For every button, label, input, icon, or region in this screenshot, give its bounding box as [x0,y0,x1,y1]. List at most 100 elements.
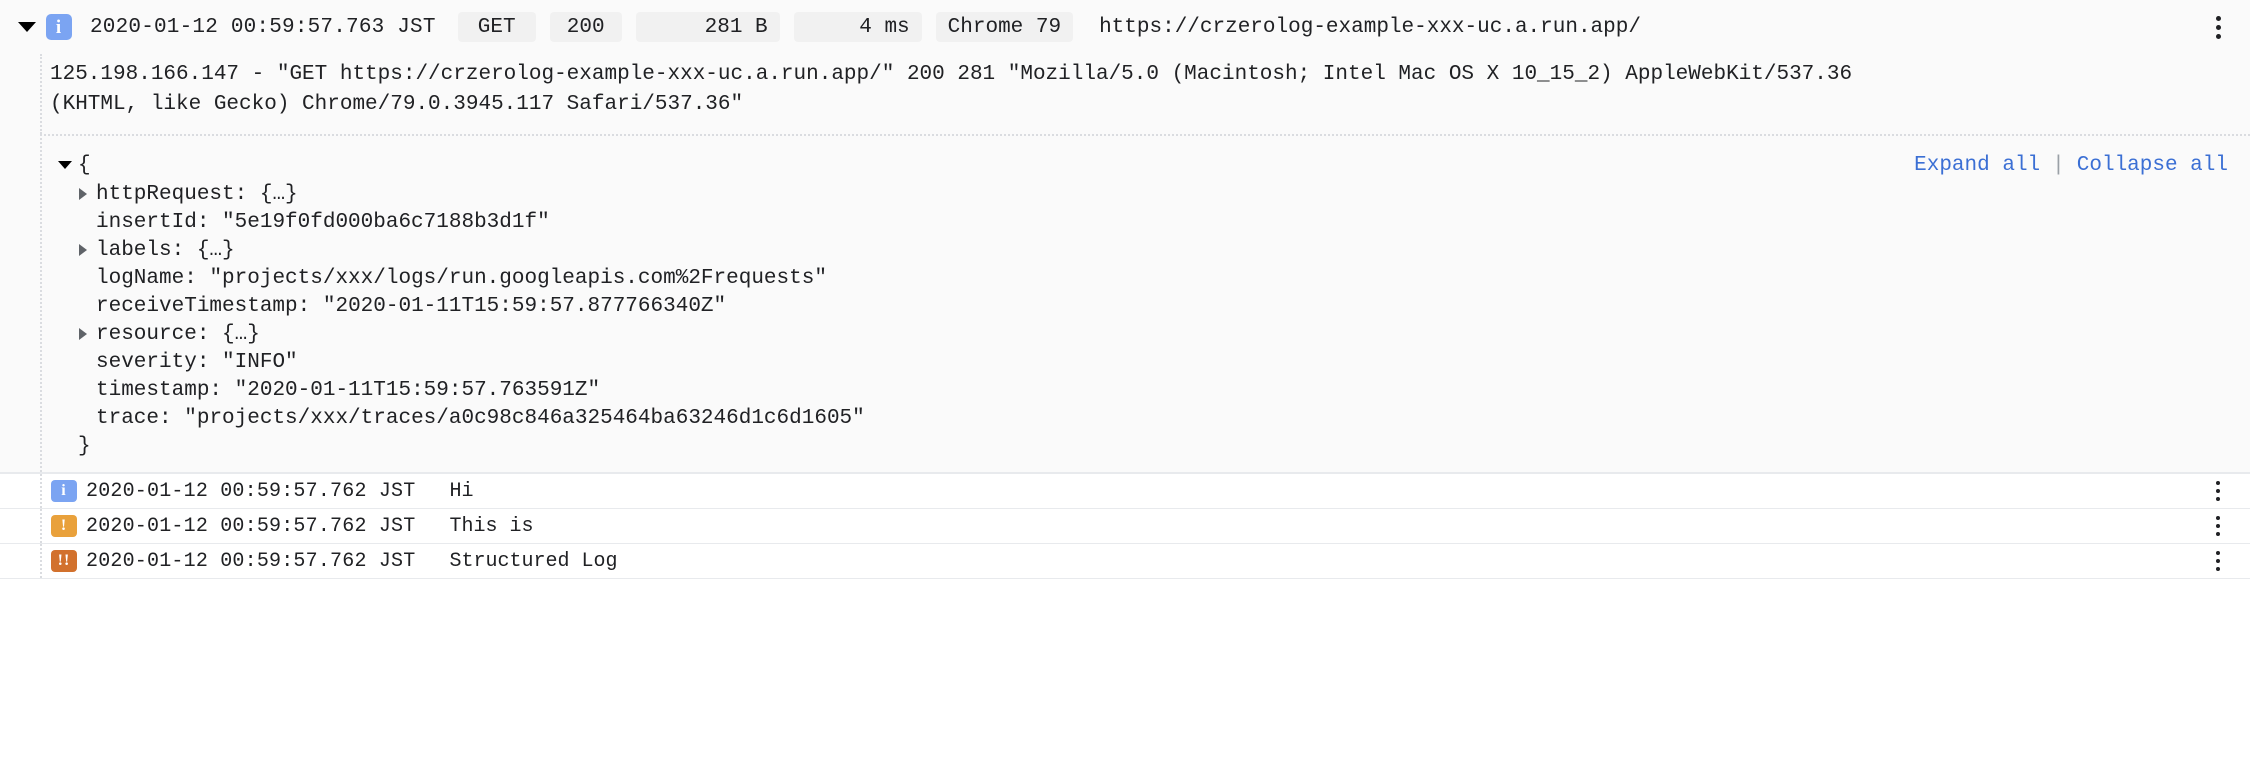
http-method-chip: GET [457,12,536,42]
json-field-key: logName: [96,266,197,290]
kebab-dot [2216,551,2220,555]
json-field-row: severity: "INFO" [42,348,2250,376]
json-field-value: {…} [222,322,260,346]
log-row-list: i 2020-01-12 00:59:57.762 JST Hi! 2020-01-1… [0,473,2250,578]
json-field-value: "projects/xxx/traces/a0c98c846a325464ba6… [184,406,865,430]
kebab-menu-icon[interactable] [2204,12,2232,42]
json-key-value-space [209,323,222,346]
kebab-menu-icon[interactable] [2204,546,2232,576]
log-entry-summary-row[interactable]: i 2020-01-12 00:59:57.763 JST GET 200 28… [0,0,2250,54]
row-gutter [0,544,42,578]
kebab-dot [2215,24,2221,30]
raw-log-line: 125.198.166.147 - "GET https://crzerolog… [50,63,1853,86]
response-size-chip: 281 B [635,12,780,42]
log-entry-timestamp: 2020-01-12 00:59:57.763 JST [90,15,436,39]
json-field-value: "INFO" [222,350,298,374]
json-field-row[interactable]: resource: {…} [42,320,2250,348]
json-field-row[interactable]: labels: {…} [42,236,2250,264]
json-field-value: "2020-01-11T15:59:57.763591Z" [234,378,601,402]
info-severity-icon: i [46,14,72,40]
list-bottom-divider [0,578,2250,579]
kebab-dot [2216,524,2220,528]
json-field-list: httpRequest: {…} insertId: "5e19f0fd000ba… [42,180,2250,432]
json-key-value-space [222,379,235,402]
kebab-menu-icon[interactable] [2204,476,2232,506]
json-field-key: resource: [96,322,210,346]
expand-all-link[interactable]: Expand all [1914,154,2040,177]
triangle-right-glyph [79,244,87,256]
kebab-dot [2216,532,2220,536]
log-row[interactable]: !! 2020-01-12 00:59:57.762 JST Structured … [0,543,2250,578]
json-field-row: logName: "projects/xxx/logs/run.googleap… [42,264,2250,292]
kebab-dot [2216,567,2220,571]
kebab-dot [2215,33,2221,39]
kebab-dot [2215,15,2221,21]
json-field-key: httpRequest: [96,182,248,206]
json-root-close: } [42,432,2250,460]
json-field-row: insertId: "5e19f0fd000ba6c7188b3d1f" [42,208,2250,236]
json-field-key: timestamp: [96,378,223,402]
triangle-down-glyph [58,161,72,169]
json-field-row: receiveTimestamp: "2020-01-11T15:59:57.8… [42,292,2250,320]
log-viewer: i 2020-01-12 00:59:57.763 JST GET 200 28… [0,0,2250,770]
error-severity-icon: !! [51,550,77,572]
log-row-message: Structured Log [449,549,618,573]
triangle-down-icon[interactable] [8,22,46,32]
expanded-log-entry: i 2020-01-12 00:59:57.763 JST GET 200 28… [0,0,2250,473]
json-field-value: "2020-01-11T15:59:57.877766340Z" [322,294,727,318]
severity-cell: !! [42,550,86,572]
severity-cell: ! [42,515,86,537]
triangle-right-glyph [79,188,87,200]
json-field-value: "projects/xxx/logs/run.googleapis.com%2F… [209,266,827,290]
json-key-value-space [209,211,222,234]
json-field-row: timestamp: "2020-01-11T15:59:57.763591Z" [42,376,2250,404]
log-row[interactable]: i 2020-01-12 00:59:57.762 JST Hi [0,473,2250,508]
kebab-dot [2216,481,2220,485]
json-tree-actions: Expand all | Collapse all [1914,150,2228,180]
kebab-dot [2216,489,2220,493]
json-field-value: "5e19f0fd000ba6c7188b3d1f" [222,210,550,234]
triangle-down-icon[interactable] [52,161,78,169]
kebab-menu-icon[interactable] [2204,511,2232,541]
triangle-right-icon[interactable] [70,244,96,256]
user-agent-chip: Chrome 79 [935,12,1074,42]
json-root-row: { Expand all | Collapse all [42,150,2250,180]
json-field-key: trace: [96,406,172,430]
http-status-chip: 200 [549,12,622,42]
request-url: https://crzerolog-example-xxx-uc.a.run.a… [1099,15,1641,39]
kebab-dot [2216,516,2220,520]
latency-chip: 4 ms [793,12,922,42]
raw-log-line: (KHTML, like Gecko) Chrome/79.0.3945.117… [50,93,744,116]
json-key-value-space [197,267,210,290]
json-field-key: receiveTimestamp: [96,294,311,318]
log-row-timestamp: 2020-01-12 00:59:57.762 JST [86,479,416,503]
log-row-timestamp: 2020-01-12 00:59:57.762 JST [86,549,416,573]
log-row-timestamp: 2020-01-12 00:59:57.762 JST [86,514,416,538]
log-row-message: Hi [449,479,474,503]
json-field-key: severity: [96,350,210,374]
json-payload-tree: { Expand all | Collapse all httpRequest:… [40,134,2250,472]
info-severity-icon: i [51,480,77,502]
json-open-brace: { [78,153,91,177]
triangle-right-icon[interactable] [70,188,96,200]
raw-log-text: 125.198.166.147 - "GET https://crzerolog… [40,54,2250,134]
json-field-row[interactable]: httpRequest: {…} [42,180,2250,208]
row-gutter [0,474,42,508]
log-row[interactable]: ! 2020-01-12 00:59:57.762 JST This is [0,508,2250,543]
triangle-right-icon[interactable] [70,328,96,340]
kebab-dot [2216,559,2220,563]
json-field-key: labels: [96,238,185,262]
triangle-right-glyph [79,328,87,340]
json-key-value-space [247,183,260,206]
json-field-row: trace: "projects/xxx/traces/a0c98c846a32… [42,404,2250,432]
log-entry-chips: GET 200 281 B 4 ms Chrome 79 [457,12,1074,42]
actions-separator: | [2052,153,2065,177]
json-key-value-space [184,239,197,262]
json-root-open[interactable]: { [42,151,91,179]
json-field-key: insertId: [96,210,210,234]
collapse-all-link[interactable]: Collapse all [2077,154,2228,177]
json-key-value-space [209,351,222,374]
kebab-dot [2216,497,2220,501]
json-key-value-space [172,407,185,430]
triangle-down-glyph [18,22,36,32]
